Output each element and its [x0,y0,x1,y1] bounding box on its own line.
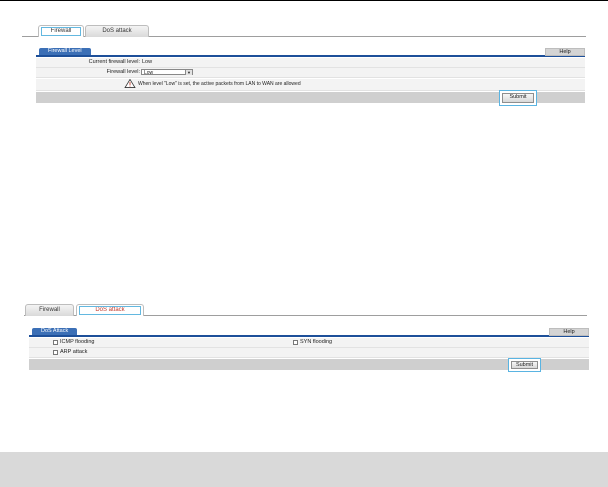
chevron-down-icon[interactable]: ▼ [185,70,192,75]
syn-flooding-label: SYN flooding [300,339,333,345]
dos-attack-panel: DoS Attack Help ICMP flooding SYN floodi… [29,328,589,373]
dos-row-1: ICMP flooding SYN flooding [29,338,589,348]
firewall-level-panel: Firewall Level Help Current firewall lev… [36,48,585,110]
icmp-flooding-checkbox[interactable] [53,340,58,345]
tab-dos-attack[interactable]: DoS attack [85,25,149,37]
tab-highlight [41,27,81,36]
current-level-value: Low [142,59,153,65]
tab-dos-attack-label: DoS attack [102,28,132,34]
firewall-level-select[interactable]: Low ▼ [141,69,193,76]
current-level-row: Current firewall level: Low [36,58,585,68]
icmp-flooding-label: ICMP flooding [60,339,95,345]
tab-firewall[interactable]: Firewall [25,304,74,316]
page-top-rule [0,0,608,1]
firewall-level-select-value: Low [144,70,154,76]
dos-row-2: ARP attack [29,348,589,358]
warning-text: When level "Low" is set, the active pack… [138,81,301,87]
panel-header: DoS Attack Help [29,328,589,337]
current-level-label: Current firewall level: [88,59,140,65]
submit-highlight: Submit [508,358,541,372]
firewall-level-label: Firewall level: [106,69,140,75]
syn-flooding-checkbox[interactable] [293,340,298,345]
panel-header: Firewall Level Help [36,48,585,57]
submit-button[interactable]: Submit [511,361,538,369]
tab-dos-attack[interactable]: DoS attack [76,304,144,316]
submit-highlight: Submit [499,90,537,106]
firewall-level-row: Firewall level: Low ▼ [36,68,585,78]
panel-footer-bar [29,359,589,370]
submit-button[interactable]: Submit [502,93,534,103]
arp-attack-label: ARP attack [60,349,88,355]
bottom-band [0,452,608,487]
arp-attack-checkbox[interactable] [53,350,58,355]
panel-title: Firewall Level [39,48,91,55]
warning-triangle-icon [124,79,136,88]
help-button[interactable]: Help [545,48,585,56]
help-button[interactable]: Help [549,328,589,336]
tab-highlight [79,306,141,315]
tab-firewall-label: Firewall [39,307,60,313]
tab-firewall[interactable]: Firewall [38,25,84,37]
panel-title: DoS Attack [32,328,78,335]
